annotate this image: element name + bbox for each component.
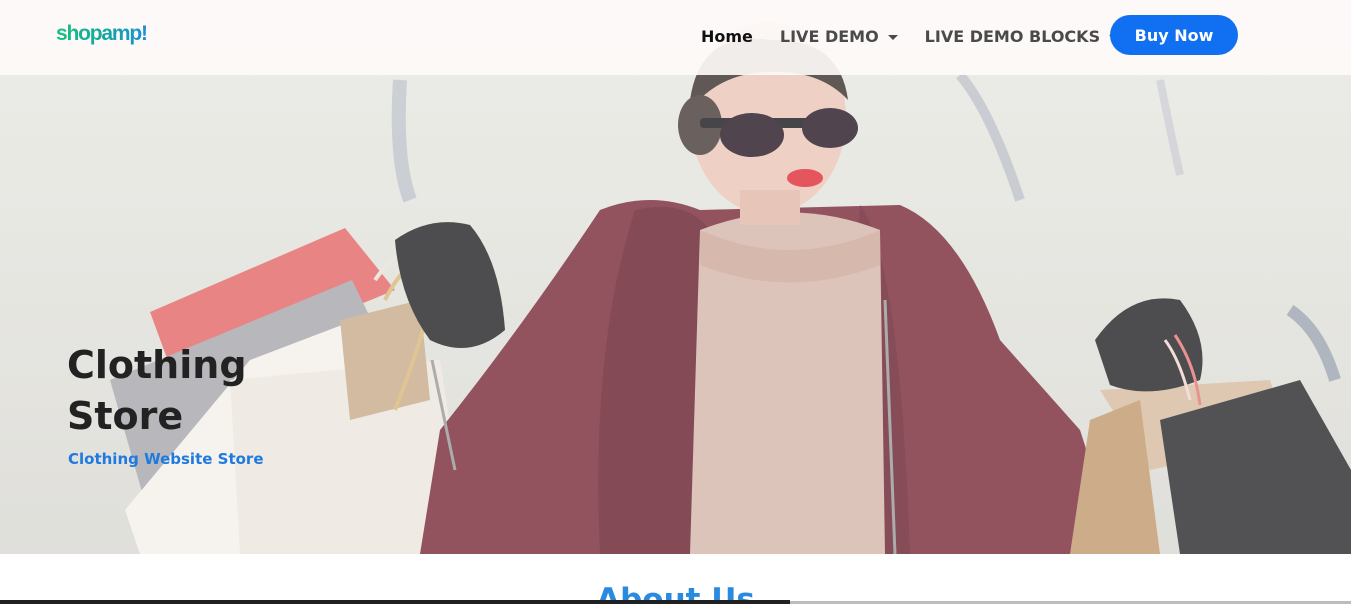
- hero-banner: [0, 0, 1351, 554]
- hero-subtitle: Clothing Website Store: [68, 450, 264, 468]
- nav-item-label: LIVE DEMO BLOCKS: [924, 27, 1101, 46]
- brand-logo[interactable]: shopamp!: [56, 22, 148, 46]
- horizontal-scrollbar-thumb[interactable]: [0, 600, 790, 604]
- hero-title: Clothing Store: [67, 343, 247, 438]
- caret-down-icon: [887, 34, 898, 40]
- main-nav: Home LIVE DEMO LIVE DEMO BLOCKS: [701, 27, 1120, 46]
- nav-item-live-demo[interactable]: LIVE DEMO: [780, 27, 898, 46]
- about-section: About Us: [0, 554, 1351, 604]
- hero-overlay: [0, 0, 1351, 554]
- nav-item-label: Home: [701, 27, 753, 46]
- nav-item-label: LIVE DEMO: [779, 27, 879, 46]
- nav-item-live-demo-blocks[interactable]: LIVE DEMO BLOCKS: [924, 27, 1120, 46]
- top-navbar: shopamp! Home LIVE DEMO LIVE DEMO BLOCKS…: [0, 0, 1351, 75]
- buy-now-button[interactable]: Buy Now: [1110, 15, 1238, 55]
- nav-item-home[interactable]: Home: [701, 27, 753, 46]
